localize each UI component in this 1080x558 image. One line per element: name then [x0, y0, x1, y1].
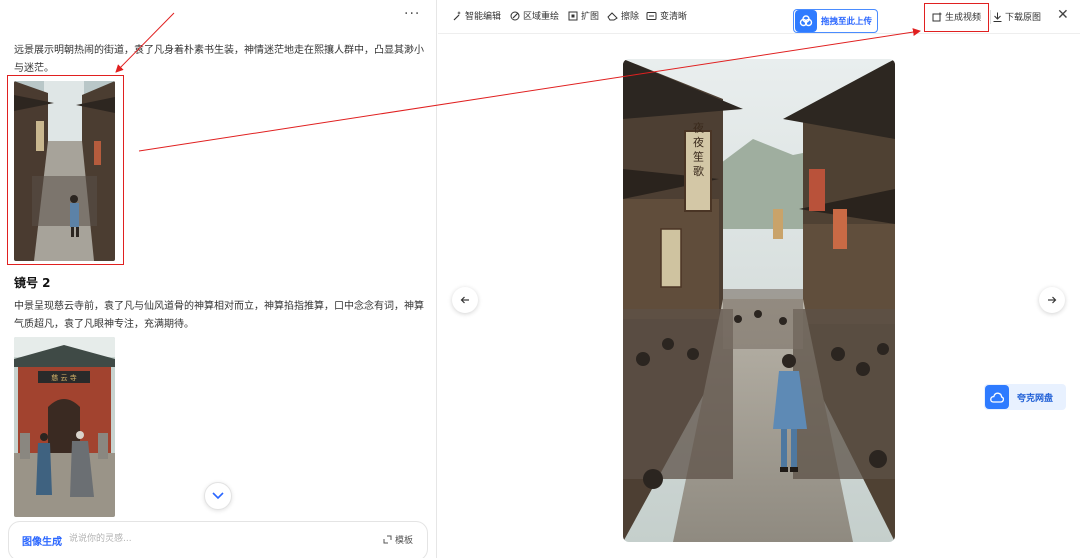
region-redraw-button[interactable]: 区域重绘: [510, 9, 559, 22]
template-label: 模板: [395, 536, 414, 546]
next-image-button[interactable]: [1039, 287, 1065, 313]
expand-icon: [568, 11, 578, 20]
brush-icon: [510, 11, 520, 20]
prompt-bar: 图像生成 模板: [8, 521, 428, 558]
smart-edit-label: 智能编辑: [465, 12, 502, 22]
close-button[interactable]: ✕: [1057, 7, 1069, 23]
annotation-highlight-box: [7, 75, 124, 265]
shot-2-heading: 镜号 2: [14, 276, 51, 290]
expand-image-button[interactable]: 扩图: [568, 9, 599, 22]
smart-edit-button[interactable]: 智能编辑: [452, 9, 501, 22]
street-scene-image: 夜 夜 笙 歌: [623, 59, 895, 542]
temple-scene-thumbnail-image: 慈 云 寺: [14, 337, 115, 517]
previous-image-button[interactable]: [452, 287, 478, 313]
chevron-down-icon: [212, 492, 224, 500]
enhance-clarity-label: 变清晰: [660, 12, 688, 22]
image-viewer: 智能编辑 区域重绘 扩图 擦除 变清晰 拖拽至此上传 生成视频 下载原图 ✕ 夜…: [438, 0, 1080, 558]
signboard-text: 夜 夜 笙 歌: [692, 120, 705, 176]
main-preview-image: 夜 夜 笙 歌: [623, 59, 895, 542]
image-generation-mode-button[interactable]: 图像生成: [22, 533, 62, 548]
chat-panel: ··· 远景展示明朝热闹的街道，袁了凡身着朴素书生装，神情迷茫地走在熙攘人群中，…: [0, 0, 437, 558]
erase-button[interactable]: 擦除: [607, 9, 639, 22]
template-button[interactable]: 模板: [383, 533, 413, 546]
scroll-down-button[interactable]: [204, 482, 232, 510]
shot-1-description: 远景展示明朝热闹的街道，袁了凡身着朴素书生装，神情迷茫地走在熙攘人群中，凸显其渺…: [14, 45, 424, 74]
image-toolbar: 智能编辑 区域重绘 扩图 擦除 变清晰 拖拽至此上传 生成视频 下载原图 ✕: [438, 0, 1080, 34]
toolbar-divider: [990, 10, 991, 24]
arrow-left-icon: [460, 296, 469, 304]
shot-2-description: 中景呈现慈云寺前，袁了凡与仙风道骨的神算相对而立，神算掐指推算，口中念念有词，神…: [14, 301, 424, 330]
shot-2-thumbnail[interactable]: 慈 云 寺: [14, 337, 115, 517]
erase-label: 擦除: [621, 12, 640, 22]
quark-drive-button[interactable]: 夸克网盘: [984, 384, 1066, 410]
eraser-icon: [607, 11, 618, 20]
region-redraw-label: 区域重绘: [523, 12, 560, 22]
arrow-right-icon: [1048, 296, 1057, 304]
upload-cloud-icon: [795, 10, 817, 32]
generate-video-label: 生成视频: [945, 13, 982, 23]
video-plus-icon: [932, 12, 942, 21]
more-options-button[interactable]: ···: [404, 6, 420, 22]
download-icon: [993, 12, 1002, 22]
temple-plaque-text: 慈 云 寺: [51, 373, 76, 382]
prompt-input[interactable]: [69, 530, 349, 548]
hd-icon: [646, 11, 657, 20]
generate-video-button[interactable]: 生成视频: [932, 10, 981, 23]
expand-image-label: 扩图: [581, 12, 600, 22]
download-original-label: 下载原图: [1005, 13, 1042, 23]
download-original-button[interactable]: 下载原图: [993, 10, 1041, 23]
drag-upload-button[interactable]: 拖拽至此上传: [793, 9, 878, 33]
drag-upload-label: 拖拽至此上传: [821, 17, 873, 27]
magic-wand-icon: [453, 10, 461, 20]
cloud-icon: [985, 385, 1009, 409]
enhance-clarity-button[interactable]: 变清晰: [646, 9, 687, 22]
expand-corners-icon: [383, 535, 392, 544]
quark-drive-label: 夸克网盘: [1017, 393, 1054, 404]
